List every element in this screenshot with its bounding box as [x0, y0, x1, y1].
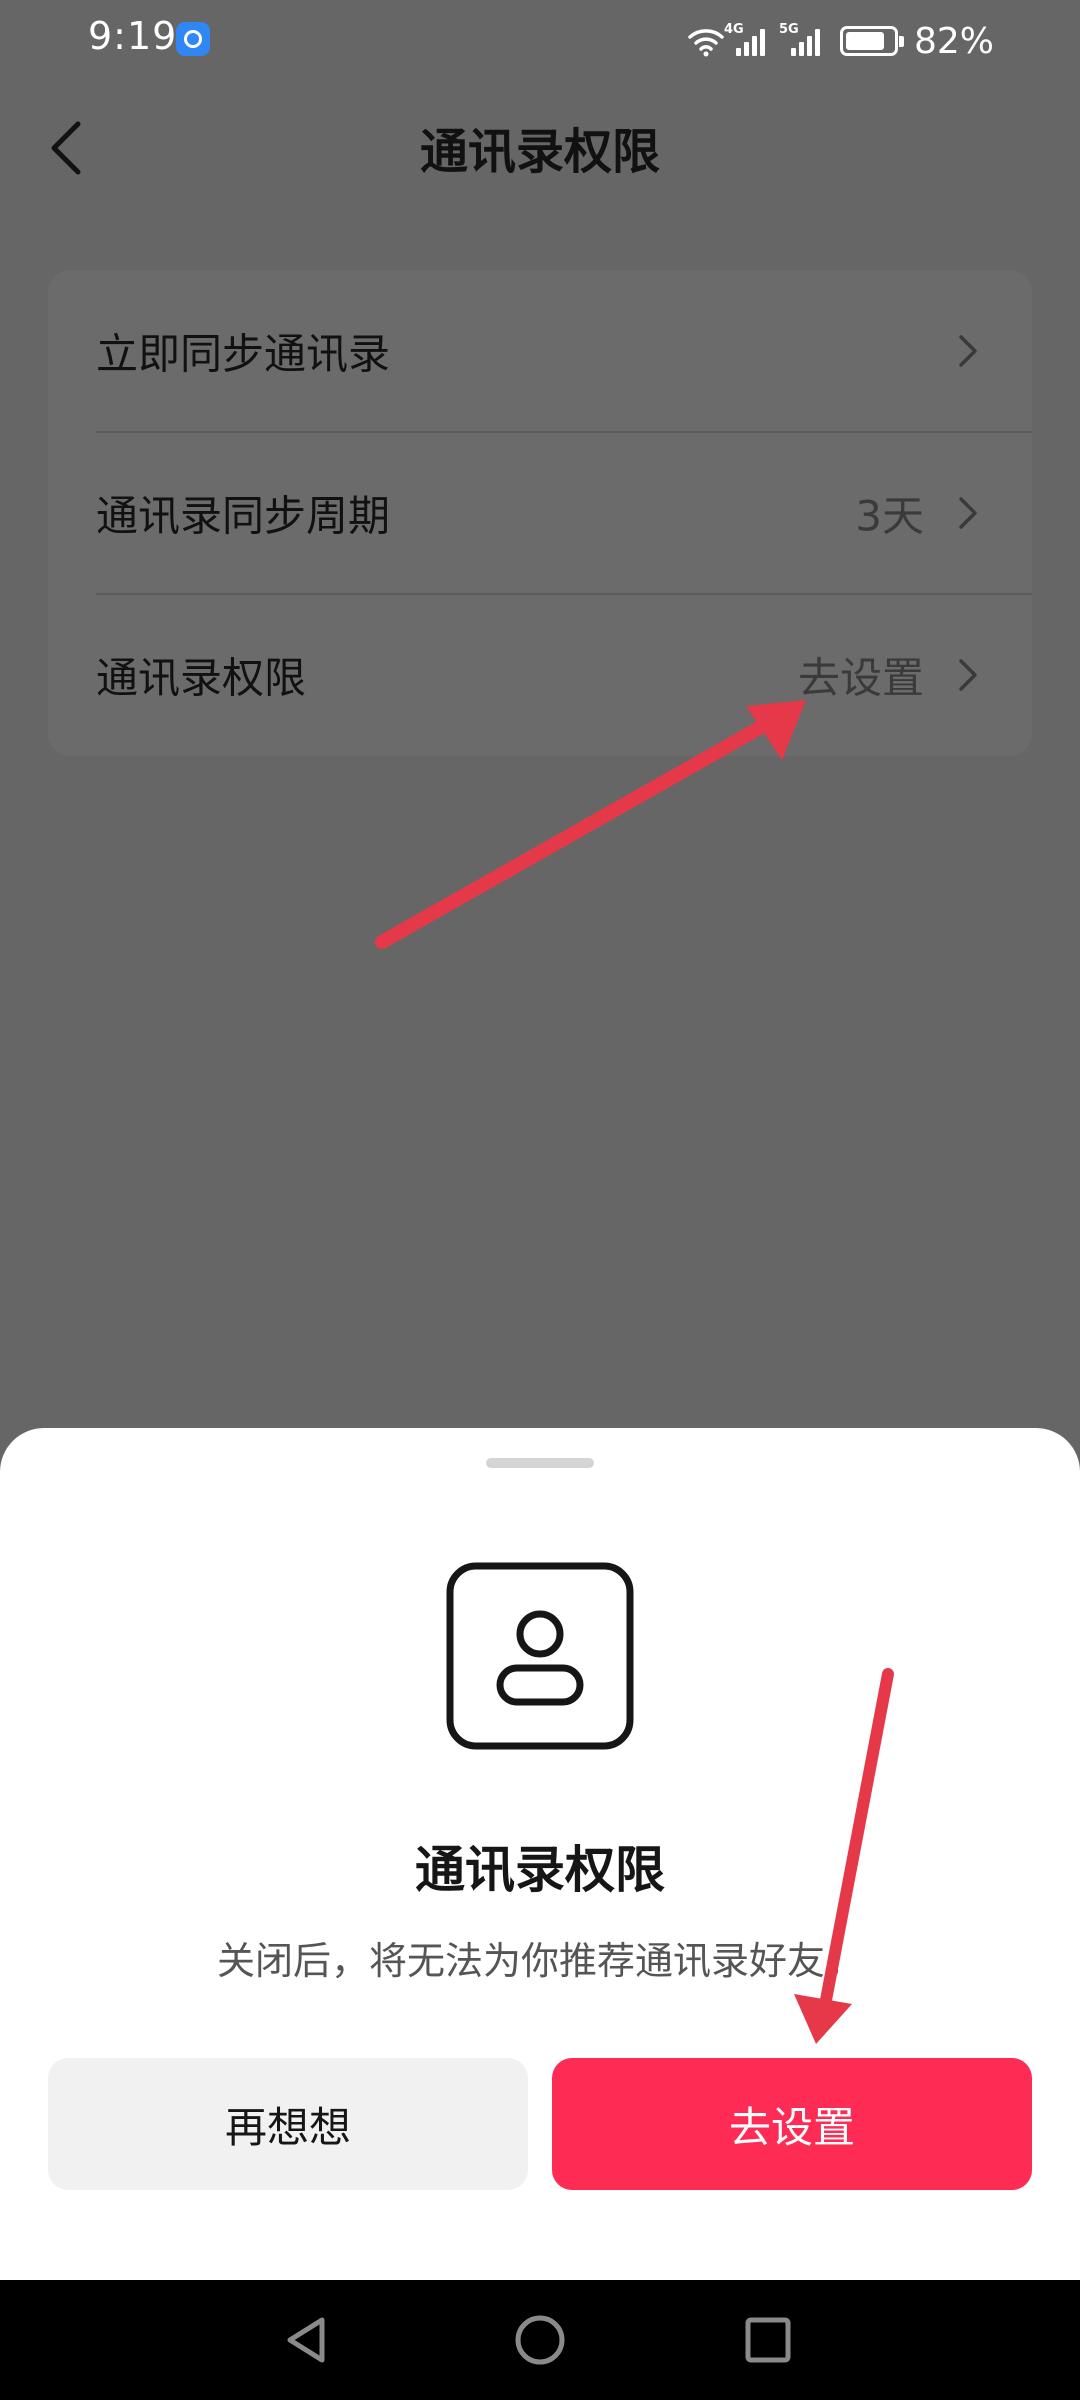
page-title: 通讯录权限 — [419, 124, 660, 180]
settings-item-value: 3天 — [855, 491, 924, 541]
settings-item-sync-period[interactable]: 通讯录同步周期 3天 — [48, 432, 1032, 594]
status-bar: 9:19 4G 5G 82% — [0, 0, 1080, 80]
chevron-right-icon — [959, 335, 977, 367]
signal-4g-icon: 4G — [724, 22, 765, 56]
network-5g-label: 5G — [778, 22, 799, 37]
contact-person-icon — [446, 1562, 634, 1750]
battery-percent: 82% — [913, 20, 994, 62]
wifi-icon — [688, 29, 724, 57]
settings-item-value: 去设置 — [797, 653, 924, 703]
cancel-button[interactable]: 再想想 — [48, 2058, 528, 2190]
network-4g-label: 4G — [723, 22, 744, 37]
settings-item-sync-now[interactable]: 立即同步通讯录 — [48, 270, 1032, 432]
nav-recents-button[interactable] — [708, 2280, 828, 2400]
sheet-grabber-handle[interactable] — [486, 1458, 594, 1468]
square-recents-icon — [745, 2317, 791, 2363]
settings-item-label: 通讯录同步周期 — [96, 491, 391, 541]
settings-item-contacts-permission[interactable]: 通讯录权限 去设置 — [48, 594, 1032, 756]
sheet-description: 关闭后，将无法为你推荐通讯录好友。 — [216, 1939, 863, 1983]
chevron-right-icon — [959, 497, 977, 529]
circle-home-icon — [515, 2315, 565, 2365]
chevron-right-icon — [959, 659, 977, 691]
settings-card: 立即同步通讯录 通讯录同步周期 3天 通讯录权限 去设置 — [48, 270, 1032, 756]
signal-5g-icon: 5G — [779, 22, 820, 56]
battery-icon — [839, 26, 904, 56]
screen: 9:19 4G 5G 82% 通讯录权限 立即同步通讯录 通讯录同步周期 3天 … — [0, 0, 1080, 2400]
battery-fill — [845, 32, 884, 50]
status-right-group: 4G 5G 82% — [686, 16, 994, 66]
app-notification-icon — [176, 22, 210, 56]
system-nav-bar — [0, 2280, 1080, 2400]
status-time: 9:19 — [88, 14, 178, 58]
permission-bottom-sheet: 通讯录权限 关闭后，将无法为你推荐通讯录好友。 再想想 去设置 — [0, 1428, 1080, 2280]
triangle-back-icon — [287, 2317, 325, 2363]
settings-item-label: 立即同步通讯录 — [96, 329, 391, 379]
settings-item-label: 通讯录权限 — [96, 653, 307, 703]
nav-home-button[interactable] — [480, 2280, 600, 2400]
sheet-title: 通讯录权限 — [415, 1841, 665, 1899]
nav-back-button[interactable] — [248, 2280, 368, 2400]
go-settings-button[interactable]: 去设置 — [552, 2058, 1032, 2190]
